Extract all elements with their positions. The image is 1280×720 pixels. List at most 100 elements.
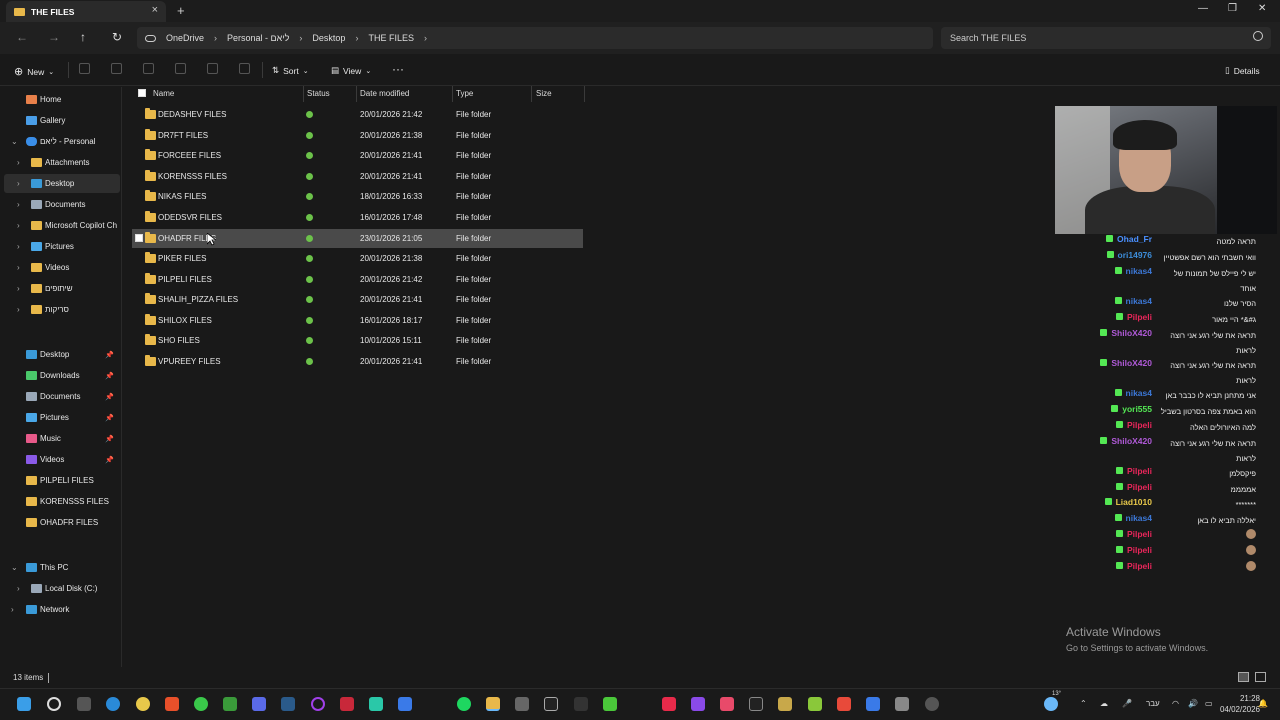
obs-icon[interactable] bbox=[544, 697, 558, 711]
chevron-right-icon[interactable]: › bbox=[11, 605, 14, 614]
rename-icon[interactable] bbox=[175, 63, 186, 74]
table-row[interactable]: SHILOX FILES 16/01/2026 18:17 File folder bbox=[132, 311, 583, 330]
column-divider[interactable] bbox=[531, 86, 532, 102]
share-icon[interactable] bbox=[207, 63, 218, 74]
sort-button[interactable]: ⇅ Sort ⌄ bbox=[272, 65, 309, 76]
media-player-icon[interactable] bbox=[340, 697, 354, 711]
quick-access-documents[interactable]: Documents 📌 bbox=[0, 387, 120, 406]
chevron-right-icon[interactable]: › bbox=[17, 158, 20, 167]
pin-icon[interactable]: 📌 bbox=[105, 351, 114, 359]
column-status[interactable]: Status bbox=[307, 89, 330, 98]
brave-icon[interactable] bbox=[165, 697, 179, 711]
up-button[interactable]: ↑ bbox=[80, 30, 86, 44]
copy-icon[interactable] bbox=[111, 63, 122, 74]
quick-access-desktop[interactable]: Desktop 📌 bbox=[0, 345, 120, 364]
volume-icon[interactable]: 🔊 bbox=[1188, 699, 1198, 708]
epic-games-icon[interactable] bbox=[749, 697, 763, 711]
capcut-icon[interactable] bbox=[369, 697, 383, 711]
quick-access-downloads[interactable]: Downloads 📌 bbox=[0, 366, 120, 385]
table-row[interactable]: NIKAS FILES 18/01/2026 16:33 File folder bbox=[132, 187, 583, 206]
breadcrumb-personal[interactable]: Personal - ליאם bbox=[227, 33, 289, 43]
app-icon[interactable] bbox=[837, 697, 851, 711]
chevron-down-icon[interactable]: ⌄ bbox=[11, 137, 18, 146]
pin-icon[interactable]: 📌 bbox=[105, 372, 114, 380]
column-divider[interactable] bbox=[452, 86, 453, 102]
wifi-icon[interactable]: ◠ bbox=[1172, 699, 1179, 708]
tiles-view-icon[interactable] bbox=[1255, 672, 1266, 682]
chevron-right-icon[interactable]: › bbox=[17, 200, 20, 209]
quick-access-pictures[interactable]: Pictures 📌 bbox=[0, 408, 120, 427]
row-checkbox[interactable] bbox=[135, 234, 143, 242]
details-view-icon[interactable] bbox=[1238, 672, 1249, 682]
chevron-right-icon[interactable]: › bbox=[17, 179, 20, 188]
table-row[interactable]: KORENSSS FILES 20/01/2026 21:41 File folde… bbox=[132, 167, 583, 186]
sidebar-item-videos[interactable]: › Videos bbox=[0, 258, 120, 277]
sidebar-item-desktop[interactable]: › Desktop bbox=[4, 174, 120, 193]
column-size[interactable]: Size bbox=[536, 89, 552, 98]
store-icon[interactable] bbox=[398, 697, 412, 711]
chrome-icon[interactable] bbox=[136, 697, 150, 711]
column-date-modified[interactable]: Date modified bbox=[360, 89, 409, 98]
game-launcher-icon[interactable] bbox=[778, 697, 792, 711]
chevron-right-icon[interactable]: › bbox=[17, 263, 20, 272]
table-row[interactable]: PIKER FILES 20/01/2026 21:38 File folder bbox=[132, 249, 583, 268]
tab-the-files[interactable]: THE FILES × bbox=[6, 1, 166, 22]
table-row[interactable]: SHALIH_PIZZA FILES 20/01/2026 21:41 File f… bbox=[132, 290, 583, 309]
pin-icon[interactable]: 📌 bbox=[105, 435, 114, 443]
search-input[interactable]: Search THE FILES bbox=[941, 27, 1271, 49]
tab-close-icon[interactable]: × bbox=[152, 4, 158, 16]
table-row[interactable]: ODEDSVR FILES 16/01/2026 17:48 File folder bbox=[132, 208, 583, 227]
sidebar-item-gallery[interactable]: Gallery bbox=[0, 111, 120, 130]
delete-icon[interactable] bbox=[239, 63, 250, 74]
app-icon[interactable] bbox=[895, 697, 909, 711]
sidebar-item-copilot[interactable]: › Microsoft Copilot Ch bbox=[0, 216, 120, 235]
pin-icon[interactable]: 📌 bbox=[105, 456, 114, 464]
table-row[interactable]: DEDASHEV FILES 20/01/2026 21:42 File folde… bbox=[132, 105, 583, 124]
sidebar-item-network[interactable]: › Network bbox=[0, 600, 120, 619]
select-all-checkbox[interactable] bbox=[138, 89, 146, 97]
back-button[interactable]: ← bbox=[16, 30, 28, 44]
more-options-button[interactable]: ··· bbox=[392, 62, 404, 76]
chevron-up-icon[interactable]: ⌃ bbox=[1080, 699, 1087, 708]
quick-access-videos[interactable]: Videos 📌 bbox=[0, 450, 120, 469]
pin-icon[interactable]: 📌 bbox=[105, 393, 114, 401]
onedrive-icon[interactable]: ☁ bbox=[1100, 699, 1108, 708]
language-indicator[interactable]: עבר bbox=[1146, 699, 1160, 708]
clipchamp-icon[interactable] bbox=[691, 697, 705, 711]
chevron-right-icon[interactable]: › bbox=[17, 242, 20, 251]
sidebar-item-documents[interactable]: › Documents bbox=[0, 195, 120, 214]
battery-icon[interactable]: ▭ bbox=[1205, 699, 1213, 708]
app-icon[interactable] bbox=[866, 697, 880, 711]
quick-access-ohadfr[interactable]: OHADFR FILES bbox=[0, 513, 120, 532]
column-type[interactable]: Type bbox=[456, 89, 473, 98]
discord-icon[interactable] bbox=[252, 697, 266, 711]
chevron-right-icon[interactable]: › bbox=[17, 221, 20, 230]
chevron-right-icon[interactable]: › bbox=[17, 305, 20, 314]
notifications-icon[interactable]: 🔔 bbox=[1258, 699, 1268, 708]
sidebar-item-pictures[interactable]: › Pictures bbox=[0, 237, 120, 256]
view-button[interactable]: ▤ View ⌄ bbox=[331, 65, 371, 76]
game-icon[interactable] bbox=[808, 697, 822, 711]
file-explorer-icon[interactable] bbox=[486, 697, 500, 711]
spotify-icon[interactable] bbox=[457, 697, 471, 711]
quick-access-korensss[interactable]: KORENSSS FILES bbox=[0, 492, 120, 511]
xbox-icon[interactable] bbox=[223, 697, 237, 711]
steam-icon[interactable] bbox=[281, 697, 295, 711]
sidebar-item-attachments[interactable]: › Attachments bbox=[0, 153, 120, 172]
chevron-down-icon[interactable]: ⌄ bbox=[11, 563, 18, 572]
minimize-button[interactable]: — bbox=[1198, 3, 1208, 14]
table-row[interactable]: PILPELI FILES 20/01/2026 21:42 File folder bbox=[132, 270, 583, 289]
maximize-button[interactable]: ❐ bbox=[1228, 3, 1237, 14]
breadcrumb-desktop[interactable]: Desktop bbox=[312, 33, 345, 43]
chevron-right-icon[interactable]: › bbox=[17, 284, 20, 293]
forward-button[interactable]: → bbox=[48, 30, 60, 44]
task-view-icon[interactable] bbox=[77, 697, 91, 711]
heart-app-icon[interactable] bbox=[662, 697, 676, 711]
edge-icon[interactable] bbox=[106, 697, 120, 711]
clock[interactable]: 21:28 04/02/2026 bbox=[1220, 693, 1260, 715]
game-icon[interactable] bbox=[720, 697, 734, 711]
window-close-button[interactable]: ✕ bbox=[1258, 3, 1266, 14]
quick-access-pilpeli[interactable]: PILPELI FILES bbox=[0, 471, 120, 490]
paste-icon[interactable] bbox=[143, 63, 154, 74]
settings-icon[interactable] bbox=[925, 697, 939, 711]
